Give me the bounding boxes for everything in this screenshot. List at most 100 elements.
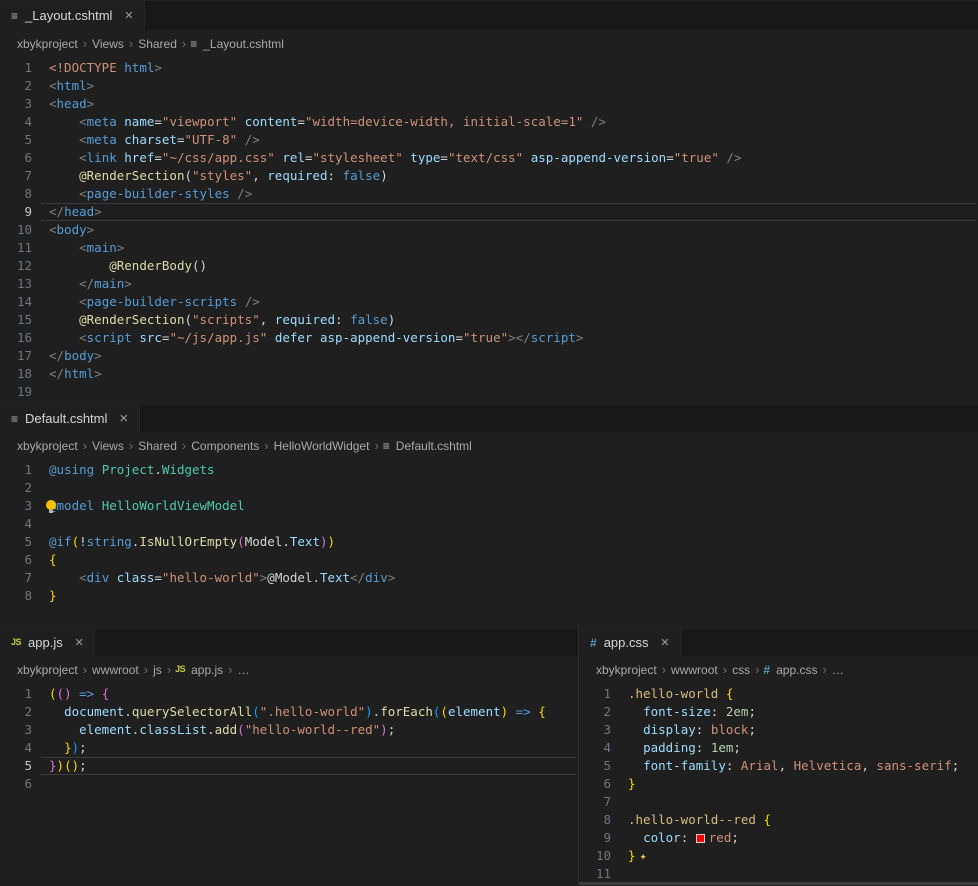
code-line[interactable]: 3<head> (0, 95, 978, 113)
code-line[interactable]: 2<html> (0, 77, 978, 95)
breadcrumb-item[interactable]: Shared (137, 37, 178, 51)
breadcrumb-item[interactable]: Components (190, 439, 260, 453)
code-line[interactable]: 2 (0, 479, 978, 497)
breadcrumb-item[interactable]: xbykproject (595, 663, 658, 677)
tab-label: app.css (604, 635, 649, 650)
line-number: 18 (0, 365, 32, 383)
tab-app-js[interactable]: JS app.js × (0, 629, 95, 656)
breadcrumb: xbykproject›Views›Shared›≡_Layout.cshtml (0, 30, 978, 57)
breadcrumb-item[interactable]: Views (91, 439, 125, 453)
code-line[interactable]: 15 @RenderSection("scripts", required: f… (0, 311, 978, 329)
code-line[interactable]: 1(() => { (0, 685, 578, 703)
code-line[interactable]: 6{ (0, 551, 978, 569)
code-line[interactable]: 10}✦ (579, 847, 978, 865)
code-line[interactable]: 1<!DOCTYPE html> (0, 59, 978, 77)
code-line[interactable]: 6} (579, 775, 978, 793)
line-number: 5 (0, 757, 32, 775)
code-area[interactable]: 1.hello-world {2 font-size: 2em;3 displa… (579, 683, 978, 886)
code-line[interactable]: 3 element.classList.add("hello-world--re… (0, 721, 578, 739)
code-line[interactable]: 7 @RenderSection("styles", required: fal… (0, 167, 978, 185)
close-icon[interactable]: × (119, 411, 128, 426)
breadcrumb-separator: › (723, 662, 727, 677)
code-line[interactable]: 5@if(!string.IsNullOrEmpty(Model.Text)) (0, 533, 978, 551)
code-line[interactable]: 9</head> (0, 203, 978, 221)
code-line[interactable]: 16 <script src="~/js/app.js" defer asp-a… (0, 329, 978, 347)
code-line[interactable]: 14 <page-builder-scripts /> (0, 293, 978, 311)
breadcrumb-file[interactable]: app.css (775, 663, 818, 677)
breadcrumb-item[interactable]: xbykproject (16, 663, 79, 677)
line-number: 7 (579, 793, 611, 811)
tab-app-css[interactable]: # app.css × (579, 629, 681, 656)
code-line[interactable]: 12 @RenderBody() (0, 257, 978, 275)
code-line[interactable]: 5 <meta charset="UTF-8" /> (0, 131, 978, 149)
breadcrumb-item[interactable]: js (152, 663, 163, 677)
breadcrumb-item[interactable]: Shared (137, 439, 178, 453)
breadcrumb-more[interactable]: … (831, 663, 845, 677)
line-number: 3 (0, 95, 32, 113)
code-area[interactable]: 1(() => {2 document.querySelectorAll(".h… (0, 683, 578, 886)
code-line[interactable]: 4 }); (0, 739, 578, 757)
breadcrumb-separator: › (83, 662, 87, 677)
line-number: 6 (0, 149, 32, 167)
breadcrumb-item[interactable]: css (731, 663, 751, 677)
code-line[interactable]: 2 document.querySelectorAll(".hello-worl… (0, 703, 578, 721)
code-line[interactable]: 6 <link href="~/css/app.css" rel="styles… (0, 149, 978, 167)
code-line[interactable]: 9 color: red; (579, 829, 978, 847)
tab-label: Default.cshtml (25, 411, 107, 426)
code-line[interactable]: 4 padding: 1em; (579, 739, 978, 757)
line-number: 1 (0, 59, 32, 77)
line-number: 1 (0, 685, 32, 703)
code-line[interactable]: 3 display: block; (579, 721, 978, 739)
close-icon[interactable]: × (124, 8, 133, 23)
breadcrumb-item[interactable]: xbykproject (16, 37, 79, 51)
close-icon[interactable]: × (75, 635, 84, 650)
code-line[interactable]: 4 <meta name="viewport" content="width=d… (0, 113, 978, 131)
lightbulb-icon[interactable] (46, 500, 56, 510)
code-line[interactable]: 8.hello-world--red { (579, 811, 978, 829)
line-number: 5 (0, 131, 32, 149)
code-line[interactable]: 13 </main> (0, 275, 978, 293)
code-line[interactable]: 7 (579, 793, 978, 811)
breadcrumb-file[interactable]: app.js (190, 663, 224, 677)
code-line[interactable]: 1@using Project.Widgets (0, 461, 978, 479)
code-line[interactable]: 1.hello-world { (579, 685, 978, 703)
code-line[interactable]: 11 (579, 865, 978, 883)
breadcrumb-separator: › (83, 36, 87, 51)
code-line[interactable]: 17</body> (0, 347, 978, 365)
breadcrumb-item[interactable]: Views (91, 37, 125, 51)
breadcrumb-more[interactable]: … (236, 663, 250, 677)
color-swatch[interactable] (696, 834, 705, 843)
code-area[interactable]: 1@using Project.Widgets23@model HelloWor… (0, 459, 978, 628)
tab-layout-cshtml[interactable]: ≡ _Layout.cshtml × (0, 1, 145, 30)
code-line[interactable]: 4 (0, 515, 978, 533)
code-area[interactable]: 1<!DOCTYPE html>2<html>3<head>4 <meta na… (0, 57, 978, 404)
breadcrumb-file[interactable]: Default.cshtml (395, 439, 473, 453)
tab-bar: # app.css × (579, 628, 978, 656)
breadcrumb-file[interactable]: _Layout.cshtml (202, 37, 285, 51)
js-file-icon: JS (175, 665, 185, 674)
code-line[interactable]: 11 <main> (0, 239, 978, 257)
tab-default-cshtml[interactable]: ≡ Default.cshtml × (0, 405, 140, 432)
breadcrumb-separator: › (822, 662, 826, 677)
code-line[interactable]: 3@model HelloWorldViewModel (0, 497, 978, 515)
line-number: 4 (579, 739, 611, 757)
code-line[interactable]: 19 (0, 383, 978, 401)
tab-label: app.js (28, 635, 63, 650)
code-line[interactable]: 6 (0, 775, 578, 793)
code-line[interactable]: 5})(); (0, 757, 578, 775)
breadcrumb-item[interactable]: wwwroot (670, 663, 719, 677)
code-line[interactable]: 7 <div class="hello-world">@Model.Text</… (0, 569, 978, 587)
breadcrumb: xbykproject›wwwroot›css›#app.css›… (579, 656, 978, 683)
breadcrumb-item[interactable]: HelloWorldWidget (273, 439, 371, 453)
breadcrumb-item[interactable]: wwwroot (91, 663, 140, 677)
breadcrumb-separator: › (129, 36, 133, 51)
code-line[interactable]: 2 font-size: 2em; (579, 703, 978, 721)
breadcrumb-separator: › (182, 438, 186, 453)
breadcrumb-item[interactable]: xbykproject (16, 439, 79, 453)
close-icon[interactable]: × (661, 635, 670, 650)
code-line[interactable]: 8 <page-builder-styles /> (0, 185, 978, 203)
code-line[interactable]: 8} (0, 587, 978, 605)
code-line[interactable]: 18</html> (0, 365, 978, 383)
code-line[interactable]: 10<body> (0, 221, 978, 239)
code-line[interactable]: 5 font-family: Arial, Helvetica, sans-se… (579, 757, 978, 775)
